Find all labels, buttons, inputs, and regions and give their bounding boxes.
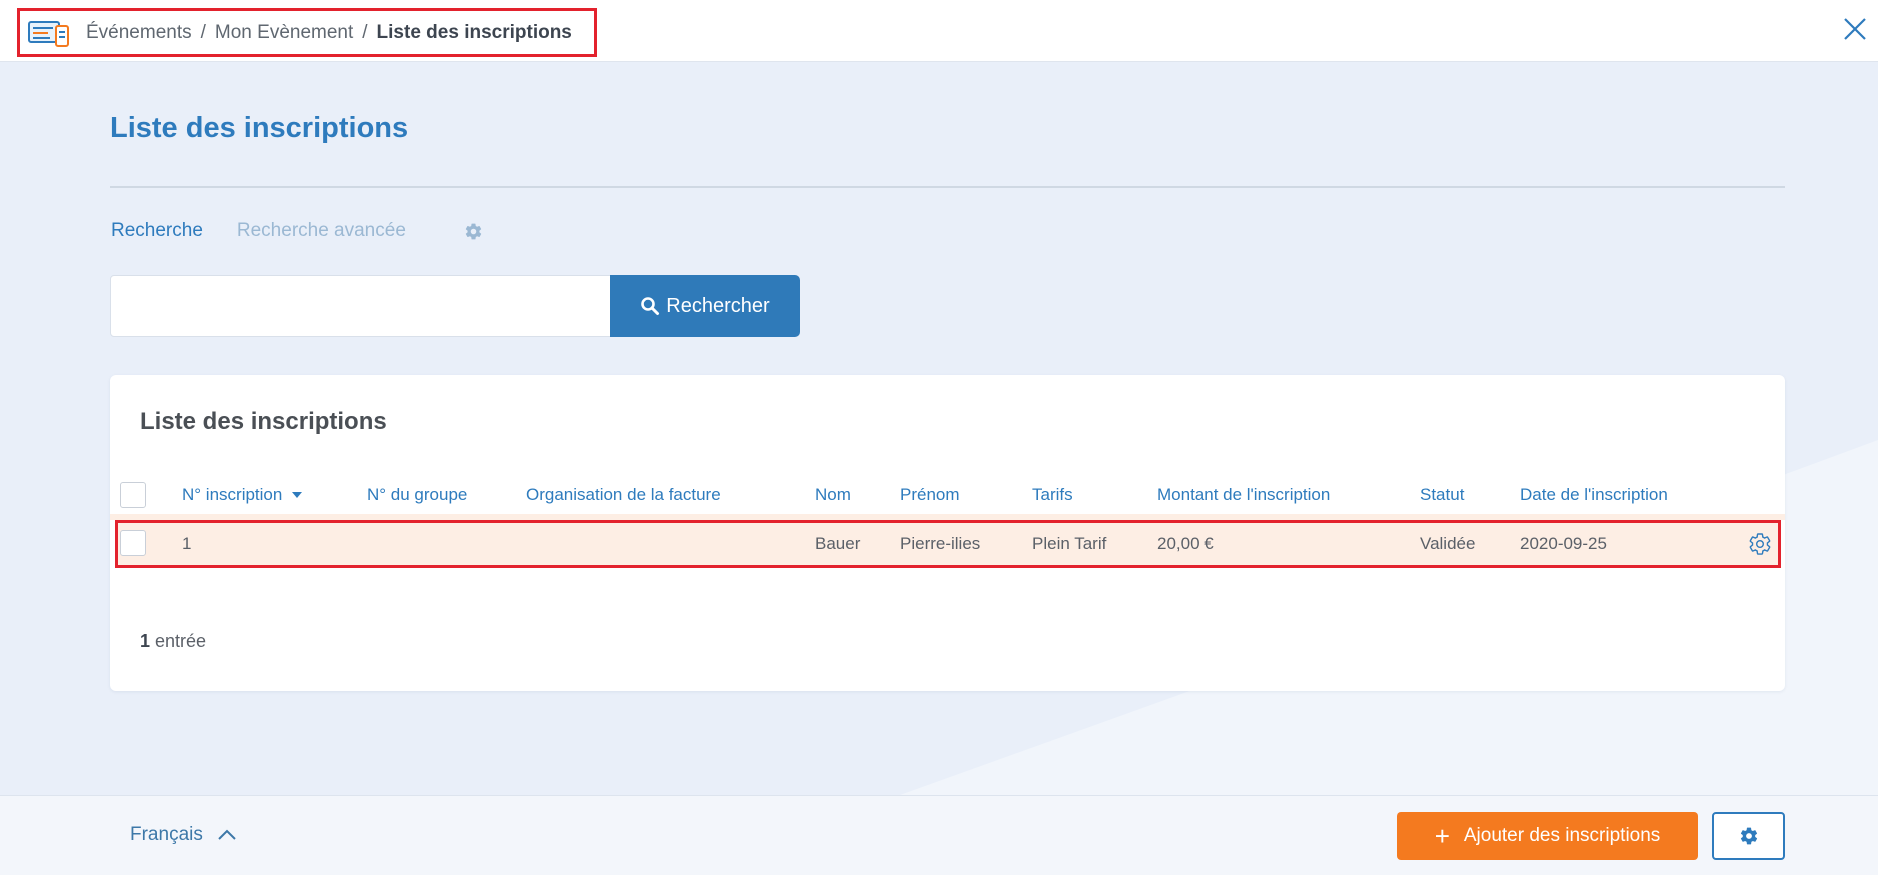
cell-registration-number: 1	[182, 534, 192, 553]
breadcrumb: Événements / Mon Evènement / Liste des i…	[17, 8, 597, 57]
gear-icon[interactable]	[464, 222, 483, 241]
tab-advanced-search[interactable]: Recherche avancée	[237, 220, 406, 242]
row-checkbox[interactable]	[120, 530, 146, 556]
breadcrumb-item-current: Liste des inscriptions	[376, 21, 572, 43]
page-title: Liste des inscriptions	[110, 112, 409, 144]
breadcrumb-separator: /	[200, 21, 206, 43]
column-header-last-name[interactable]: Nom	[815, 475, 851, 515]
entry-count-label: entrée	[155, 631, 207, 651]
breadcrumb-item-events[interactable]: Événements	[86, 22, 192, 44]
table-header: N° inscription N° du groupe Organisation…	[110, 475, 1785, 515]
search-input[interactable]	[110, 275, 611, 337]
entry-count-number: 1	[140, 631, 151, 651]
footer-bar: Français + Ajouter des inscriptions	[0, 795, 1878, 875]
tab-search[interactable]: Recherche	[111, 220, 203, 242]
column-header-invoice-organisation[interactable]: Organisation de la facture	[526, 475, 721, 515]
breadcrumb-separator: /	[362, 21, 368, 43]
column-label: N° inscription	[182, 485, 283, 504]
search-button-label: Rechercher	[666, 294, 770, 317]
cell-amount: 20,00 €	[1157, 534, 1214, 553]
cell-status: Validée	[1420, 534, 1476, 553]
divider	[110, 186, 1785, 188]
column-header-registration-number[interactable]: N° inscription	[182, 475, 303, 515]
footer-settings-button[interactable]	[1712, 812, 1785, 860]
top-bar: Événements / Mon Evènement / Liste des i…	[0, 0, 1878, 62]
search-button[interactable]: Rechercher	[610, 275, 800, 337]
entry-count: 1 entrée	[140, 631, 206, 652]
caret-down-icon	[292, 492, 303, 498]
plus-icon: +	[1434, 821, 1450, 851]
select-all-checkbox[interactable]	[120, 482, 146, 508]
cell-first-name: Pierre-ilies	[900, 534, 981, 553]
search-icon	[641, 297, 660, 315]
column-header-amount[interactable]: Montant de l'inscription	[1157, 475, 1330, 515]
breadcrumb-item-event[interactable]: Mon Evènement	[215, 22, 353, 44]
cell-rate: Plein Tarif	[1032, 534, 1107, 553]
column-header-group-number[interactable]: N° du groupe	[367, 475, 467, 515]
cell-date: 2020-09-25	[1520, 534, 1607, 553]
card-title: Liste des inscriptions	[140, 408, 387, 435]
column-header-status[interactable]: Statut	[1420, 475, 1464, 515]
column-header-rates[interactable]: Tarifs	[1032, 475, 1073, 515]
close-icon[interactable]	[1840, 14, 1870, 44]
table-row[interactable]: 1 Bauer Pierre-ilies Plein Tarif 20,00 €…	[115, 520, 1781, 568]
search-tabs: Recherche Recherche avancée	[111, 220, 483, 242]
registrations-card: Liste des inscriptions N° inscription N°…	[110, 375, 1785, 691]
language-selector[interactable]: Français	[130, 824, 237, 846]
gear-icon	[1740, 827, 1757, 845]
column-header-date[interactable]: Date de l'inscription	[1520, 475, 1668, 515]
add-registrations-button[interactable]: + Ajouter des inscriptions	[1397, 812, 1698, 860]
cell-last-name: Bauer	[815, 534, 861, 553]
add-registrations-label: Ajouter des inscriptions	[1463, 825, 1661, 846]
chevron-up-icon	[218, 829, 236, 840]
events-app-icon	[28, 20, 69, 47]
row-settings-gear-icon[interactable]	[1748, 532, 1772, 556]
column-header-first-name[interactable]: Prénom	[900, 475, 960, 515]
language-label: Français	[130, 824, 203, 845]
